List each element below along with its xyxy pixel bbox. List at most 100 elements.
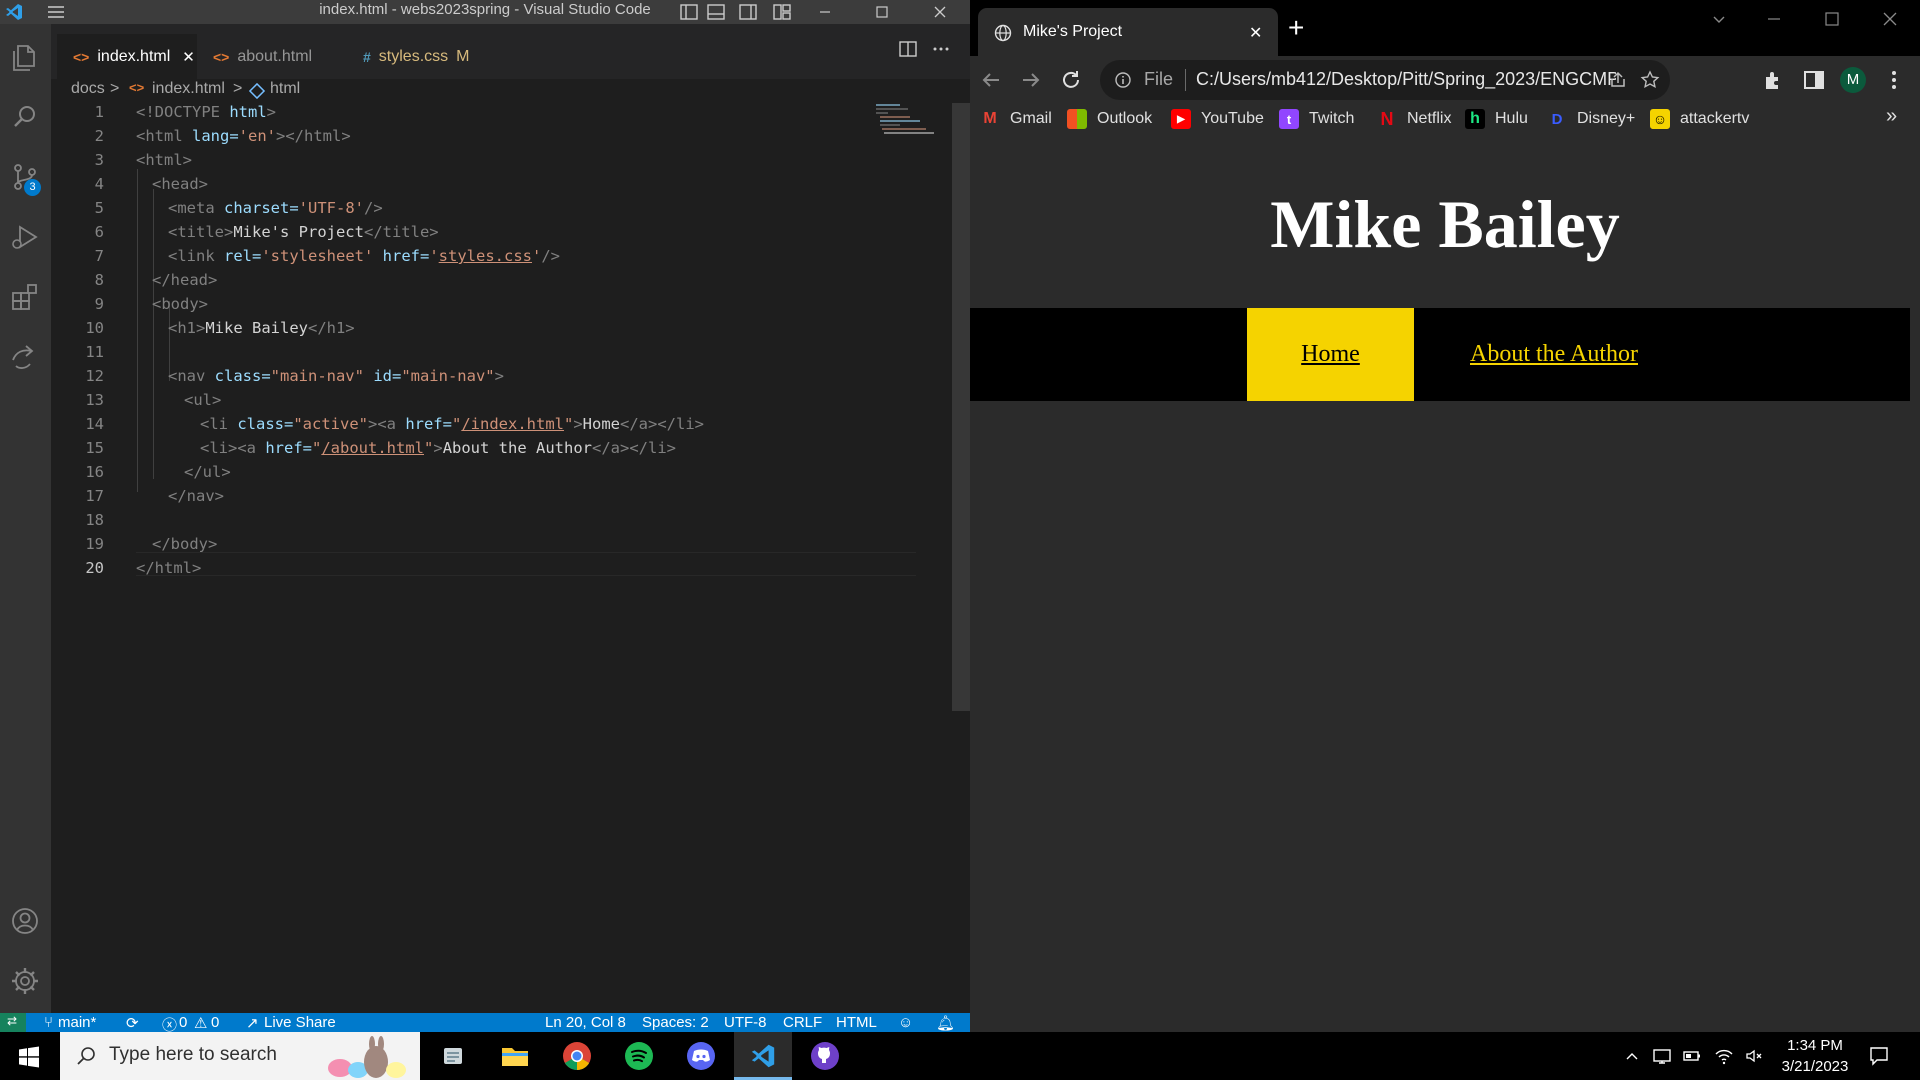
indentation[interactable]: Spaces: 2 (642, 1014, 709, 1031)
extensions-puzzle-icon[interactable] (1762, 68, 1786, 92)
run-debug-icon[interactable] (8, 220, 42, 254)
breadcrumb-node[interactable]: html (270, 80, 300, 98)
code-link[interactable]: /index.html (461, 415, 564, 433)
chevron-up-icon[interactable] (1624, 1048, 1640, 1064)
bookmark-outlook[interactable]: Outlook (1067, 107, 1152, 131)
tab-styles-css[interactable]: # styles.css M (347, 34, 495, 79)
tab-index-html[interactable]: <> index.html ✕ (57, 34, 197, 79)
volume-muted-icon[interactable] (1744, 1046, 1764, 1066)
taskbar-app-notepad[interactable] (424, 1032, 482, 1080)
windows-start-icon[interactable] (18, 1046, 40, 1068)
search-icon[interactable] (8, 100, 42, 134)
remote-explorer-icon[interactable] (8, 340, 42, 374)
new-tab-button[interactable]: + (1288, 12, 1304, 44)
cursor-position[interactable]: Ln 20, Col 8 (545, 1014, 626, 1031)
code-token: </h1> (307, 319, 355, 337)
line-endings[interactable]: CRLF (783, 1014, 822, 1031)
breadcrumb-folder[interactable]: docs (71, 80, 105, 98)
taskbar-app-file-explorer[interactable] (486, 1032, 544, 1080)
bookmark-netflix[interactable]: N Netflix (1377, 107, 1452, 131)
system-clock[interactable]: 1:34 PM 3/21/2023 (1770, 1035, 1860, 1077)
toggle-secondary-sidebar-icon[interactable] (738, 2, 758, 22)
maximize-icon[interactable] (1823, 10, 1841, 28)
bookmark-hulu[interactable]: h Hulu (1465, 107, 1528, 131)
minimap[interactable] (876, 103, 936, 143)
bookmark-twitch[interactable]: t Twitch (1279, 107, 1354, 131)
explorer-icon[interactable] (8, 40, 42, 74)
bookmark-gmail[interactable]: M Gmail (980, 107, 1051, 131)
code-editor[interactable]: 1 2 3 4 5 6 7 8 9 10 11 12 13 14 15 16 1… (51, 103, 970, 1013)
toggle-panel-icon[interactable] (706, 2, 726, 22)
bookmark-star-icon[interactable] (1640, 70, 1660, 90)
address-bar[interactable]: File C:/Users/mb412/Desktop/Pitt/Spring_… (1100, 60, 1670, 100)
html-file-icon: <> (129, 80, 145, 95)
back-arrow-icon[interactable] (978, 67, 1004, 93)
problems-count[interactable]: 0 (179, 1014, 187, 1031)
warnings-count[interactable]: 0 (211, 1014, 219, 1031)
toggle-sidebar-icon[interactable] (679, 2, 699, 22)
page-heading: Mike Bailey (1270, 186, 1620, 262)
nav-item-about[interactable]: About the Author (1470, 308, 1638, 401)
tab-search-icon[interactable] (1710, 10, 1728, 28)
bookmark-disney[interactable]: D Disney+ (1547, 107, 1636, 131)
breadcrumb-file[interactable]: index.html (152, 80, 225, 98)
taskbar-search[interactable]: Type here to search (60, 1032, 420, 1080)
tab-about-html[interactable]: <> about.html (197, 34, 347, 79)
editor-scrollbar[interactable] (952, 103, 970, 711)
wifi-icon[interactable] (1714, 1046, 1734, 1066)
kebab-menu-icon[interactable] (1882, 68, 1906, 92)
nav-link-about[interactable]: About the Author (1470, 341, 1638, 368)
taskbar-app-spotify[interactable] (610, 1032, 668, 1080)
close-window-icon[interactable] (1881, 10, 1899, 28)
profile-avatar[interactable]: M (1840, 67, 1866, 93)
language-mode[interactable]: HTML (836, 1014, 877, 1031)
source-control-badge: 3 (24, 179, 41, 196)
taskbar-app-github-desktop[interactable] (796, 1032, 854, 1080)
code-line-15: <li><a href="/about.html">About the Auth… (200, 439, 676, 457)
nav-link-home[interactable]: Home (1301, 341, 1360, 368)
customize-layout-icon[interactable] (772, 2, 792, 22)
code-link[interactable]: /about.html (321, 439, 424, 457)
error-icon: ⓧ (162, 1017, 178, 1032)
reload-icon[interactable] (1058, 67, 1084, 93)
side-panel-icon[interactable] (1802, 68, 1826, 92)
bookmark-attackertv[interactable]: ☺ attackertv (1650, 107, 1749, 131)
live-share[interactable]: Live Share (264, 1014, 336, 1031)
taskbar-app-discord[interactable] (672, 1032, 730, 1080)
notifications-icon[interactable] (1868, 1045, 1890, 1067)
info-icon[interactable] (1114, 71, 1132, 89)
forward-arrow-icon[interactable] (1018, 67, 1044, 93)
branch-name[interactable]: main* (58, 1014, 96, 1031)
code-token: ' (429, 247, 439, 265)
url-text[interactable]: C:/Users/mb412/Desktop/Pitt/Spring_2023/… (1196, 69, 1616, 90)
close-tab-icon[interactable]: ✕ (182, 48, 195, 66)
minimize-icon[interactable] (815, 2, 835, 22)
taskbar-app-vscode[interactable] (734, 1032, 792, 1080)
code-link[interactable]: styles.css (439, 247, 532, 265)
minimize-icon[interactable] (1765, 10, 1783, 28)
accounts-icon[interactable] (8, 904, 42, 938)
split-editor-icon[interactable] (898, 39, 918, 59)
settings-gear-icon[interactable] (8, 964, 42, 998)
maximize-icon[interactable] (872, 2, 892, 22)
close-window-icon[interactable] (930, 2, 950, 22)
bookmark-youtube[interactable]: ▶ YouTube (1171, 107, 1264, 131)
bookmarks-overflow-icon[interactable]: » (1886, 105, 1897, 128)
line-number: 7 (94, 247, 104, 265)
meet-now-icon[interactable] (1652, 1046, 1672, 1066)
discord-icon (687, 1042, 715, 1070)
more-actions-icon[interactable] (931, 39, 951, 59)
encoding[interactable]: UTF-8 (724, 1014, 767, 1031)
feedback-icon[interactable]: ☺ (898, 1014, 913, 1031)
vscode-titlebar: index.html - webs2023spring - Visual Stu… (0, 0, 970, 24)
remote-indicator[interactable]: ⇄ (0, 1013, 26, 1032)
share-icon[interactable] (1608, 70, 1628, 90)
taskbar-app-chrome[interactable] (548, 1032, 606, 1080)
close-tab-icon[interactable]: ✕ (1249, 23, 1262, 43)
battery-icon[interactable] (1682, 1046, 1702, 1066)
nav-item-home[interactable]: Home (1247, 308, 1414, 401)
notifications-bell-icon[interactable]: 🔔︎ (936, 1014, 955, 1032)
extensions-icon[interactable] (8, 280, 42, 314)
code-token: " (563, 415, 574, 433)
sync-icon[interactable]: ⟳ (126, 1014, 139, 1032)
